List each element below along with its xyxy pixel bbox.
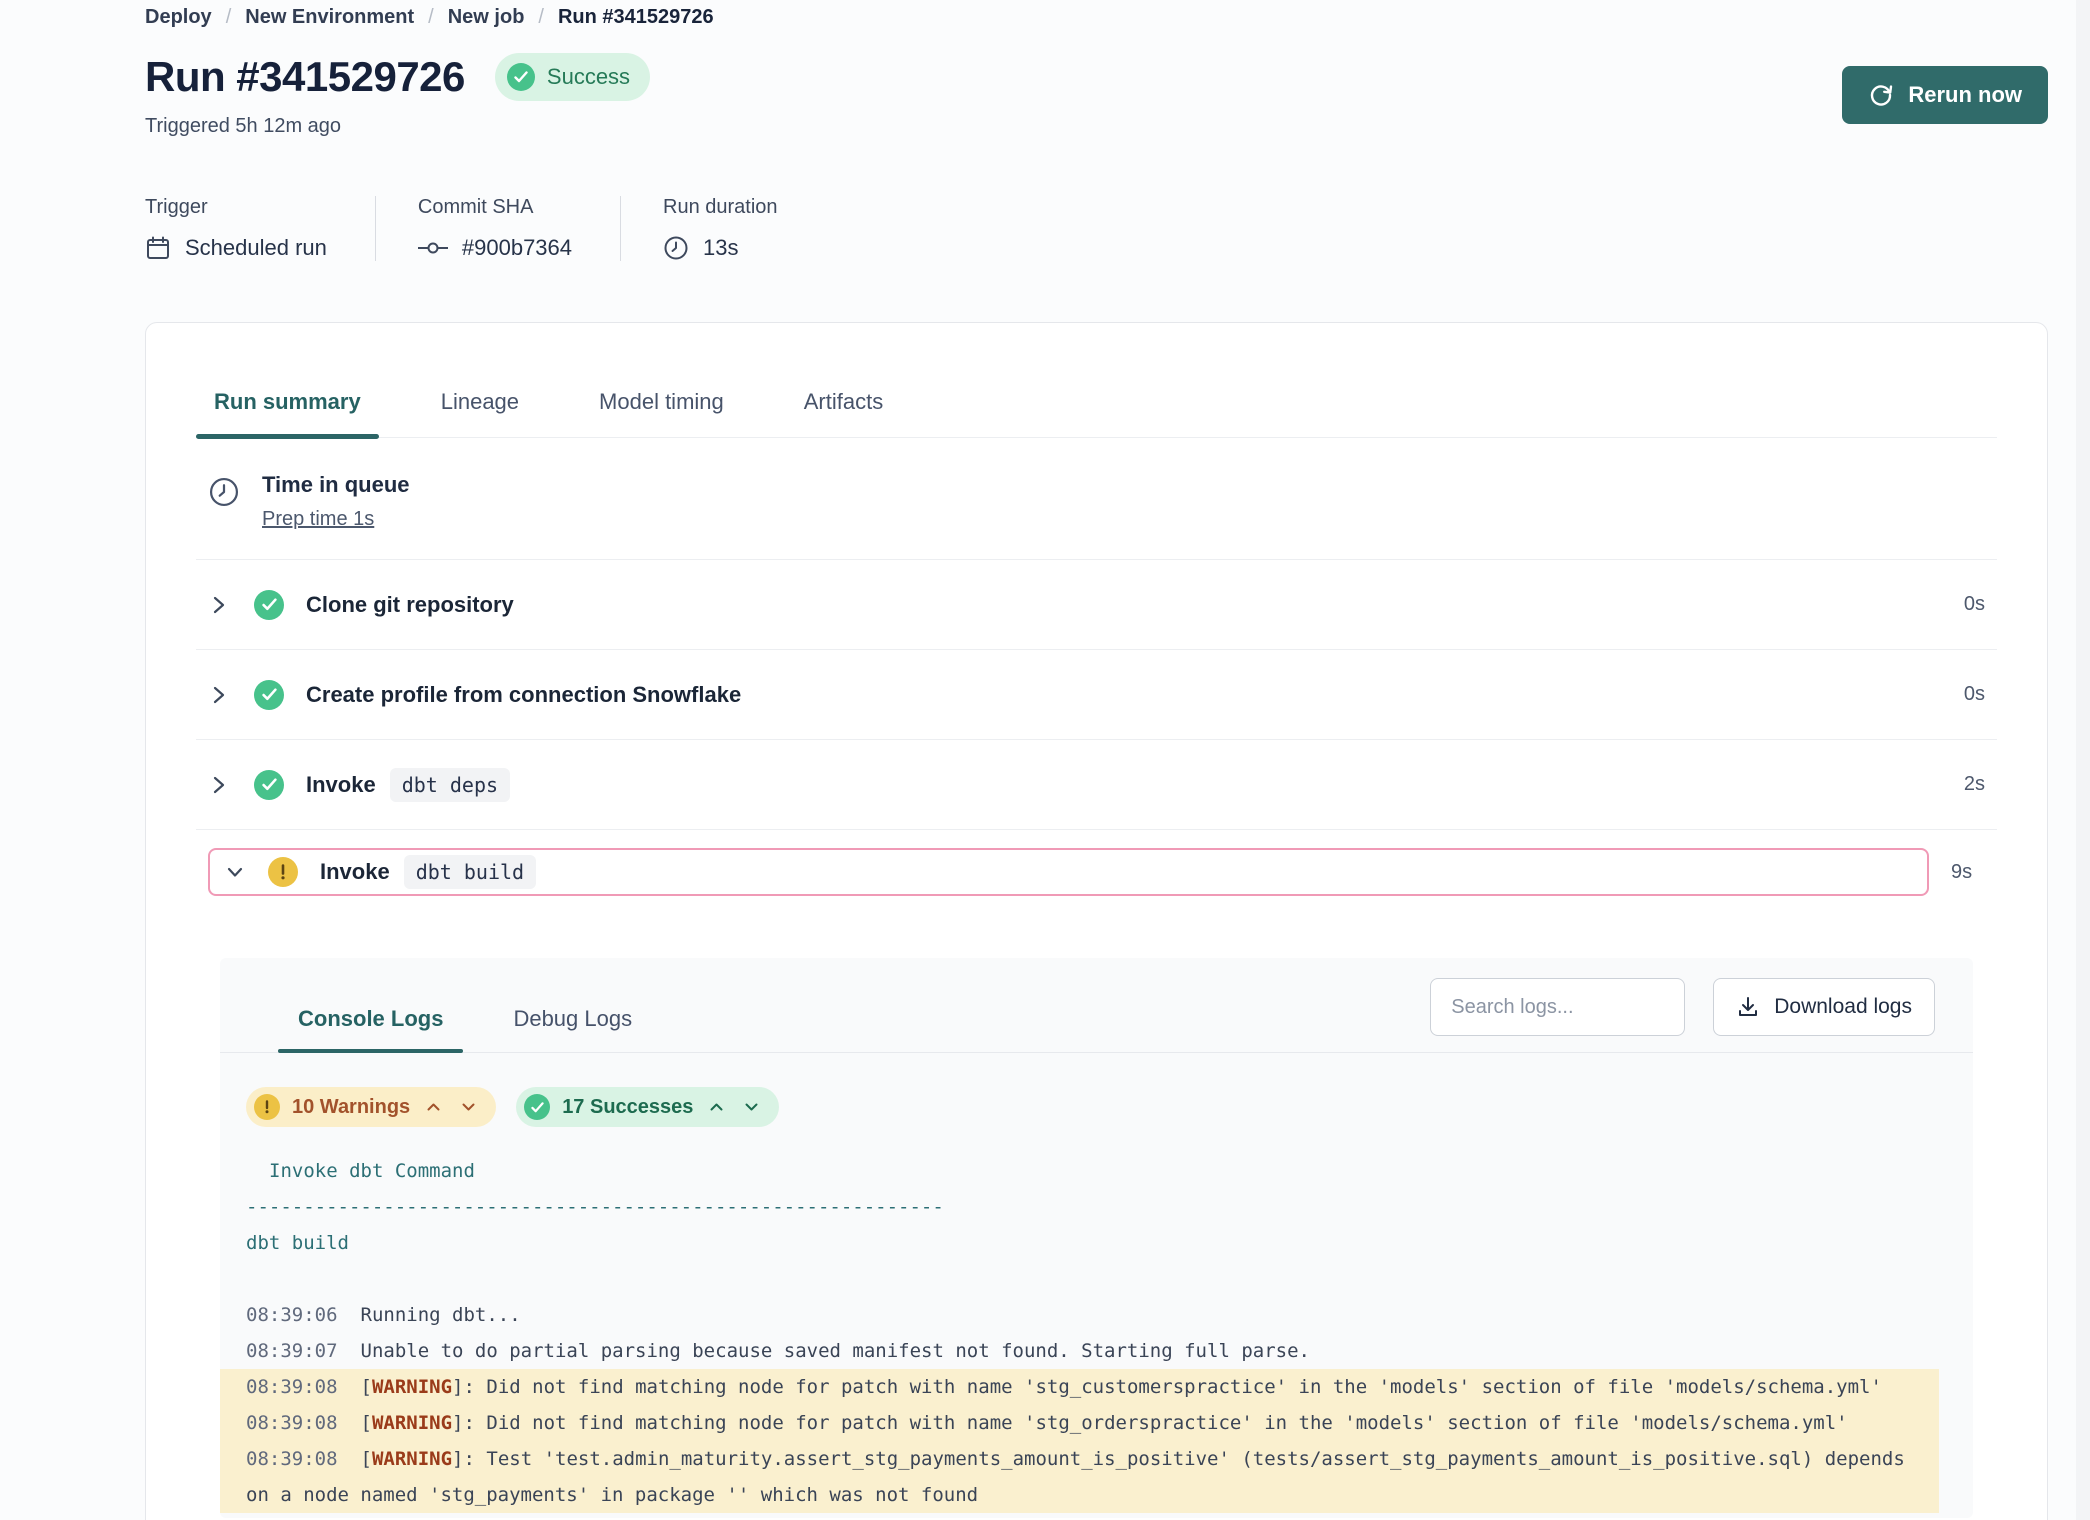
step-label: Invoke <box>320 859 390 885</box>
console-log-output: Invoke dbt Command ---------------------… <box>220 1153 1973 1513</box>
successes-badge-label: 17 Successes <box>562 1096 693 1119</box>
meta-duration-label: Run duration <box>663 196 778 219</box>
rerun-now-button[interactable]: Rerun now <box>1842 66 2048 124</box>
breadcrumb: Deploy / New Environment / New job / Run… <box>145 6 2048 29</box>
successes-badge[interactable]: 17 Successes <box>516 1087 779 1127</box>
calendar-icon <box>145 235 171 261</box>
scrollbar[interactable] <box>2076 0 2090 1520</box>
breadcrumb-separator: / <box>226 6 232 29</box>
tab-model-timing[interactable]: Model timing <box>581 389 742 437</box>
meta-trigger-value: Scheduled run <box>185 235 327 261</box>
success-check-icon <box>254 680 284 710</box>
commit-icon <box>418 240 448 256</box>
success-check-icon <box>507 63 535 91</box>
run-summary-card: Run summary Lineage Model timing Artifac… <box>145 322 2048 1520</box>
log-line-warning: 08:39:08[WARNING]: Test 'test.admin_matu… <box>220 1441 1939 1513</box>
step-duration: 0s <box>1964 683 1985 706</box>
chevron-up-icon[interactable] <box>705 1102 728 1112</box>
meta-commit: Commit SHA #900b7364 <box>375 196 620 261</box>
tab-debug-logs[interactable]: Debug Logs <box>493 1006 652 1052</box>
log-line-warning: 08:39:08[WARNING]: Did not find matching… <box>220 1369 1939 1405</box>
status-badge: Success <box>495 53 650 101</box>
step-label: Invoke <box>306 772 376 798</box>
step-command-chip: dbt deps <box>390 768 510 802</box>
chevron-right-icon[interactable] <box>208 594 230 616</box>
triggered-text: Triggered 5h 12m ago <box>145 115 2048 138</box>
page-title: Run #341529726 <box>145 53 465 101</box>
log-panel: Console Logs Debug Logs Download logs 10… <box>220 958 1973 1518</box>
breadcrumb-item-environment[interactable]: New Environment <box>245 6 414 29</box>
log-summary-badges: 10 Warnings 17 Successes <box>246 1087 1973 1127</box>
rerun-now-label: Rerun now <box>1908 82 2022 108</box>
tab-run-summary[interactable]: Run summary <box>196 389 379 437</box>
run-meta: Trigger Scheduled run Commit SHA #900b73… <box>145 196 2048 261</box>
log-line-warning: 08:39:08[WARNING]: Did not find matching… <box>220 1405 1939 1441</box>
log-line: 08:39:06Running dbt... <box>220 1297 1939 1333</box>
breadcrumb-separator: / <box>428 6 434 29</box>
step-label: Clone git repository <box>306 592 514 618</box>
log-separator-line: ----------------------------------------… <box>220 1189 1939 1225</box>
step-duration: 0s <box>1964 593 1985 616</box>
chevron-up-icon[interactable] <box>422 1102 445 1112</box>
chevron-right-icon[interactable] <box>208 774 230 796</box>
chevron-down-icon[interactable] <box>224 866 246 878</box>
log-command: dbt build <box>220 1225 1939 1261</box>
meta-commit-label: Commit SHA <box>418 196 572 219</box>
run-tabs: Run summary Lineage Model timing Artifac… <box>196 323 1997 438</box>
meta-commit-value: #900b7364 <box>462 235 572 261</box>
tab-lineage[interactable]: Lineage <box>423 389 537 437</box>
chevron-down-icon[interactable] <box>740 1102 763 1112</box>
warning-icon <box>268 857 298 887</box>
time-in-queue-title: Time in queue <box>262 472 410 498</box>
warnings-badge[interactable]: 10 Warnings <box>246 1087 496 1127</box>
step-command-chip: dbt build <box>404 855 536 889</box>
page-header: Deploy / New Environment / New job / Run… <box>0 0 2090 261</box>
success-check-icon <box>254 590 284 620</box>
chevron-down-icon[interactable] <box>457 1102 480 1112</box>
warnings-badge-label: 10 Warnings <box>292 1096 410 1119</box>
breadcrumb-item-deploy[interactable]: Deploy <box>145 6 212 29</box>
log-toolbar: Console Logs Debug Logs Download logs <box>220 958 1973 1053</box>
search-logs-input[interactable] <box>1430 978 1685 1036</box>
success-check-icon <box>524 1094 550 1120</box>
step-create-profile[interactable]: Create profile from connection Snowflake… <box>196 650 1997 740</box>
warning-icon <box>254 1094 280 1120</box>
step-duration: 9s <box>1951 861 1997 884</box>
clock-icon <box>208 476 240 508</box>
meta-duration-value: 13s <box>703 235 738 261</box>
clock-icon <box>663 235 689 261</box>
selected-step-outline[interactable]: Invoke dbt build <box>208 848 1929 896</box>
prep-time-link[interactable]: Prep time 1s <box>262 508 374 531</box>
time-in-queue-section: Time in queue Prep time 1s <box>196 438 1997 560</box>
log-line: 08:39:07Unable to do partial parsing bec… <box>220 1333 1939 1369</box>
download-icon <box>1736 995 1760 1019</box>
step-clone-git-repository[interactable]: Clone git repository 0s <box>196 560 1997 650</box>
download-logs-label: Download logs <box>1774 995 1912 1019</box>
step-invoke-dbt-deps[interactable]: Invoke dbt deps 2s <box>196 740 1997 830</box>
refresh-icon <box>1868 82 1894 108</box>
tab-console-logs[interactable]: Console Logs <box>278 1006 463 1052</box>
success-check-icon <box>254 770 284 800</box>
step-label: Create profile from connection Snowflake <box>306 682 741 708</box>
log-command-title: Invoke dbt Command <box>220 1153 1939 1189</box>
download-logs-button[interactable]: Download logs <box>1713 978 1935 1036</box>
breadcrumb-item-job[interactable]: New job <box>448 6 525 29</box>
tab-artifacts[interactable]: Artifacts <box>786 389 901 437</box>
step-invoke-dbt-build[interactable]: Invoke dbt build 9s <box>196 830 1997 914</box>
meta-duration: Run duration 13s <box>620 196 826 261</box>
meta-trigger-label: Trigger <box>145 196 327 219</box>
breadcrumb-item-run: Run #341529726 <box>558 6 714 29</box>
meta-trigger: Trigger Scheduled run <box>145 196 375 261</box>
step-duration: 2s <box>1964 773 1985 796</box>
breadcrumb-separator: / <box>538 6 544 29</box>
chevron-right-icon[interactable] <box>208 684 230 706</box>
status-badge-label: Success <box>547 64 630 90</box>
